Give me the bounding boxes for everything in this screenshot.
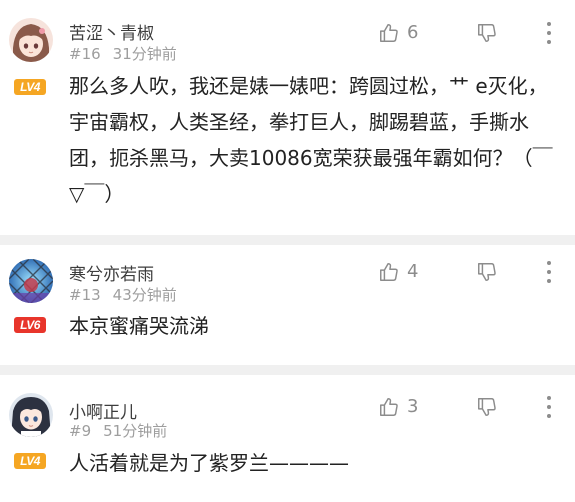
level-badge: LV4 — [14, 453, 46, 469]
thumbs-up-icon[interactable] — [378, 22, 400, 44]
comment-text: 人活着就是为了紫罗兰———— — [69, 451, 349, 475]
avatar[interactable] — [9, 259, 53, 303]
thumbs-down-icon[interactable] — [476, 396, 498, 418]
blue-fence-avatar-icon — [9, 259, 53, 303]
comment-meta: #9 51分钟前 — [69, 420, 179, 441]
comment-item: LV4 苦涩丶青椒 #16 31分钟前 6 那么多人吹，我还是婊一婊吧：跨圆过松，… — [0, 0, 575, 235]
like-count: 6 — [407, 22, 419, 43]
more-vertical-icon[interactable] — [544, 259, 554, 285]
thumbs-up-icon[interactable] — [378, 261, 400, 283]
comment-text: 那么多人吹，我还是婊一婊吧：跨圆过松，艹 e灭化，宇宙霸权，人类圣经，拳打巨人，… — [69, 74, 553, 206]
divider — [0, 365, 575, 375]
thumbs-down-icon[interactable] — [476, 22, 498, 44]
divider — [0, 235, 575, 245]
comment-meta: #16 31分钟前 — [69, 43, 189, 64]
comment-text: 本京蜜痛哭流涕 — [69, 314, 209, 338]
thumbs-up-icon[interactable] — [378, 396, 400, 418]
comment-item: LV4 小啊正儿 #9 51分钟前 3 人活着就是为了紫罗兰———— — [0, 375, 575, 502]
username[interactable]: 寒兮亦若雨 — [69, 260, 154, 285]
comment-item: LV6 寒兮亦若雨 #13 43分钟前 4 本京蜜痛哭流涕 — [0, 245, 575, 365]
timestamp: 51分钟前 — [103, 422, 168, 440]
thumbs-down-icon[interactable] — [476, 261, 498, 283]
like-count: 3 — [407, 396, 419, 417]
timestamp: 31分钟前 — [112, 45, 177, 63]
comment-meta: #13 43分钟前 — [69, 284, 189, 305]
anime-girl-avatar-icon — [9, 18, 53, 62]
timestamp: 43分钟前 — [112, 286, 177, 304]
floor-number: #16 — [69, 45, 101, 63]
more-vertical-icon[interactable] — [544, 20, 554, 46]
level-badge: LV4 — [14, 79, 46, 95]
level-badge: LV6 — [14, 317, 46, 333]
avatar[interactable] — [9, 18, 53, 62]
floor-number: #13 — [69, 286, 101, 304]
like-count: 4 — [407, 261, 419, 282]
more-vertical-icon[interactable] — [544, 394, 554, 420]
username[interactable]: 苦涩丶青椒 — [69, 19, 154, 44]
avatar[interactable] — [9, 393, 53, 437]
floor-number: #9 — [69, 422, 92, 440]
anime-girl-dark-hair-avatar-icon — [9, 393, 53, 437]
